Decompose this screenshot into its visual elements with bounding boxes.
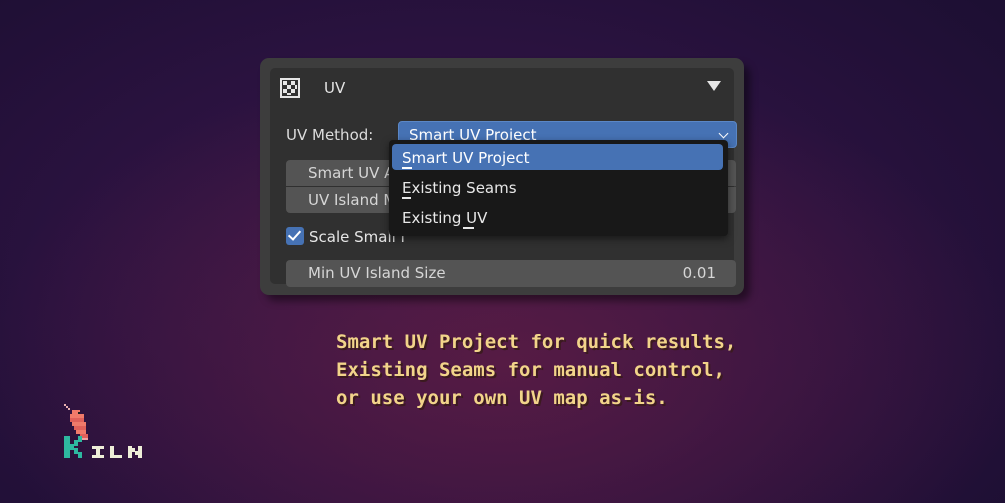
- mnemonic-underline: [402, 197, 411, 199]
- min-uv-island-size-field[interactable]: Min UV Island Size 0.01: [286, 260, 736, 287]
- mnemonic-underline: [463, 227, 474, 229]
- chevron-down-icon: [718, 128, 729, 139]
- kiln-wordmark: [64, 436, 142, 458]
- kiln-logo: [60, 404, 150, 464]
- dropdown-option-label: Existing UV: [402, 209, 488, 227]
- min-uv-island-size-label: Min UV Island Size: [308, 264, 446, 282]
- caption-line-2: Existing Seams for manual control,: [336, 359, 725, 381]
- uv-method-label: UV Method:: [286, 126, 374, 144]
- collapse-triangle-icon[interactable]: [707, 81, 721, 91]
- dropdown-option-label: Existing Seams: [402, 179, 517, 197]
- caption-line-3: or use your own UV map as-is.: [336, 387, 668, 409]
- scale-small-islands-checkbox[interactable]: [286, 227, 304, 245]
- dropdown-option-label: Smart UV Project: [402, 149, 530, 167]
- checker-texture-icon: [280, 78, 300, 98]
- uv-method-dropdown-menu: Smart UV Project Existing Seams Existing…: [389, 140, 728, 236]
- mnemonic-underline: [402, 167, 412, 169]
- panel-header[interactable]: UV: [270, 68, 734, 108]
- dropdown-option-existing-uv[interactable]: Existing UV: [392, 204, 723, 230]
- dropdown-option-existing-seams[interactable]: Existing Seams: [392, 174, 723, 200]
- caption-text: Smart UV Project for quick results, Exis…: [336, 328, 756, 412]
- panel-title: UV: [324, 79, 346, 97]
- dropdown-option-smart-uv-project[interactable]: Smart UV Project: [392, 144, 723, 170]
- min-uv-island-size-value: 0.01: [682, 264, 716, 282]
- caption-line-1: Smart UV Project for quick results,: [336, 331, 737, 353]
- checkmark-icon: [287, 227, 302, 241]
